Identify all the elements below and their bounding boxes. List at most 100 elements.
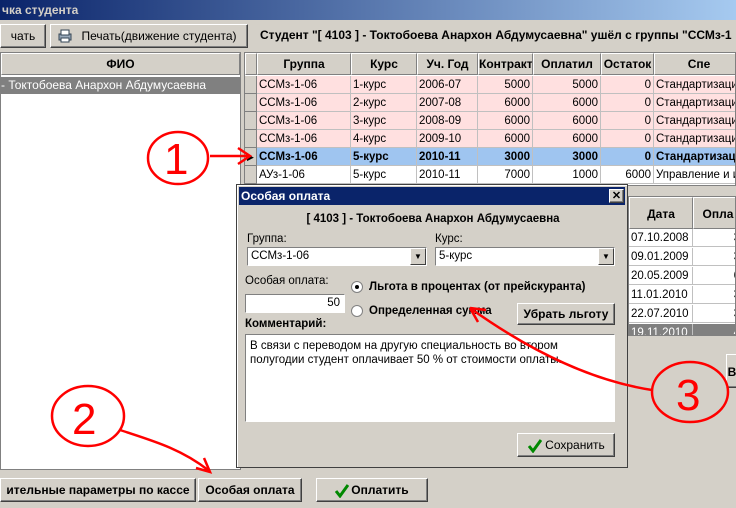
fixed-sum-radio[interactable] [351, 305, 363, 317]
row-indicator[interactable] [245, 112, 257, 130]
fixed-sum-radio-label[interactable]: Определенная сумма [369, 305, 492, 317]
fio-column-header[interactable]: ФИО [1, 53, 240, 75]
column-header-year[interactable]: Уч. Год [417, 53, 478, 75]
special-payment-label: Особая оплата: [245, 275, 329, 287]
column-header-specialty[interactable]: Спе [654, 53, 735, 75]
status-message: Студент "[ 4103 ] - Токтобоева Анархон А… [260, 28, 732, 42]
chevron-down-icon[interactable]: ▼ [598, 248, 614, 265]
table-cell[interactable]: АУз-1-06 [257, 166, 351, 184]
column-header-balance[interactable]: Остаток [601, 53, 654, 75]
table-cell[interactable]: 0 [601, 148, 654, 166]
row-indicator[interactable] [245, 76, 257, 94]
table-cell[interactable]: ССМз-1-06 [257, 76, 351, 94]
row-indicator[interactable] [245, 130, 257, 148]
chevron-down-icon[interactable]: ▼ [410, 248, 426, 265]
table-cell[interactable]: Управление и и [654, 166, 735, 184]
table-cell[interactable]: 6000 [478, 94, 533, 112]
table-cell[interactable]: ССМз-1-06 [257, 130, 351, 148]
table-cell[interactable]: 5000 [533, 76, 601, 94]
save-button[interactable]: Сохранить [517, 433, 615, 457]
remove-discount-button[interactable]: Убрать льготу [517, 303, 615, 325]
table-cell[interactable]: 5-курс [351, 148, 417, 166]
table-cell[interactable]: 2006-07 [417, 76, 478, 94]
dialog-student-name: [ 4103 ] - Токтобоева Анархон Абдумусаев… [306, 213, 560, 225]
special-payment-button[interactable]: Особая оплата [198, 478, 302, 502]
course-select[interactable]: 5-курс ▼ [435, 247, 615, 266]
close-icon[interactable]: ✕ [609, 189, 624, 203]
table-cell[interactable]: 6000 [478, 112, 533, 130]
payment-cell[interactable]: 6 [693, 267, 735, 285]
student-row[interactable]: - Токтобоева Анархон Абдумусаевна [1, 77, 241, 94]
special-payment-input[interactable]: 50 [245, 294, 345, 313]
date-cell[interactable]: 11.01.2010 [629, 286, 693, 304]
table-cell[interactable]: ССМз-1-06 [257, 94, 351, 112]
table-cell[interactable]: 2010-11 [417, 148, 478, 166]
column-header-paid[interactable]: Оплатил [533, 53, 601, 75]
course-value: 5-курс [439, 250, 473, 262]
table-cell[interactable]: 3000 [478, 148, 533, 166]
students-grid[interactable]: ФИО - Токтобоева Анархон Абдумусаевна [0, 52, 241, 470]
print-movement-button[interactable]: Печать(движение студента) [50, 24, 248, 48]
print-movement-label: Печать(движение студента) [81, 29, 237, 43]
table-cell[interactable]: Стандартизация [654, 94, 735, 112]
date-cell[interactable]: 09.01.2009 [629, 248, 693, 266]
column-header-group[interactable]: Группа [257, 53, 351, 75]
print-button[interactable]: чать [0, 24, 46, 48]
table-cell[interactable]: 5000 [478, 76, 533, 94]
payment-cell[interactable]: 4 [693, 324, 735, 335]
special-payment-dialog: Особая оплата ✕ [ 4103 ] - Токтобоева Ан… [236, 184, 628, 468]
comment-textarea[interactable]: В связи с переводом на другую специально… [245, 334, 615, 422]
group-select[interactable]: ССМз-1-06 ▼ [247, 247, 427, 266]
table-cell[interactable]: 6000 [533, 130, 601, 148]
column-header-course[interactable]: Курс [351, 53, 417, 75]
date-cell[interactable]: 07.10.2008 [629, 229, 693, 247]
table-cell[interactable]: 6000 [533, 94, 601, 112]
cash-params-button[interactable]: ительные параметры по кассе [0, 478, 196, 502]
side-button[interactable]: В [726, 354, 736, 388]
payment-column-header[interactable]: Опла [693, 197, 735, 229]
row-indicator[interactable]: ▶ [245, 148, 257, 166]
table-cell[interactable]: 5-курс [351, 166, 417, 184]
table-cell[interactable]: 2009-10 [417, 130, 478, 148]
payment-dates-grid[interactable]: Дата Опла 07.10.2008309.01.2009320.05.20… [628, 196, 736, 336]
table-cell[interactable]: 6000 [478, 130, 533, 148]
date-cell[interactable]: 20.05.2009 [629, 267, 693, 285]
percent-radio[interactable] [351, 281, 363, 293]
date-cell[interactable]: 22.07.2010 [629, 305, 693, 323]
payment-cell[interactable]: 3 [693, 248, 735, 266]
table-cell[interactable]: 4-курс [351, 130, 417, 148]
table-cell[interactable]: 3-курс [351, 112, 417, 130]
payment-cell[interactable]: 3 [693, 305, 735, 323]
table-cell[interactable]: 7000 [478, 166, 533, 184]
row-indicator[interactable] [245, 166, 257, 184]
table-cell[interactable]: 0 [601, 94, 654, 112]
table-cell[interactable]: Стандартизация [654, 130, 735, 148]
table-cell[interactable]: ССМз-1-06 [257, 148, 351, 166]
table-cell[interactable]: 6000 [533, 112, 601, 130]
table-cell[interactable]: 2007-08 [417, 94, 478, 112]
table-cell[interactable]: 1-курс [351, 76, 417, 94]
table-cell[interactable]: Стандартизация [654, 112, 735, 130]
pay-button[interactable]: Оплатить [316, 478, 428, 502]
table-cell[interactable]: ССМз-1-06 [257, 112, 351, 130]
table-cell[interactable]: 2010-11 [417, 166, 478, 184]
group-value: ССМз-1-06 [251, 250, 310, 262]
table-cell[interactable]: 6000 [601, 166, 654, 184]
table-cell[interactable]: Стандартизация [654, 148, 735, 166]
table-cell[interactable]: 0 [601, 112, 654, 130]
column-header-contract[interactable]: Контракт [478, 53, 533, 75]
percent-radio-label[interactable]: Льгота в процентах (от прейскуранта) [369, 281, 585, 293]
date-column-header[interactable]: Дата [629, 197, 693, 229]
table-cell[interactable]: 0 [601, 130, 654, 148]
table-cell[interactable]: Стандартизация [654, 76, 735, 94]
table-cell[interactable]: 2-курс [351, 94, 417, 112]
payment-cell[interactable]: 3 [693, 286, 735, 304]
table-cell[interactable]: 3000 [533, 148, 601, 166]
row-indicator[interactable] [245, 94, 257, 112]
table-cell[interactable]: 1000 [533, 166, 601, 184]
table-cell[interactable]: 2008-09 [417, 112, 478, 130]
table-cell[interactable]: 0 [601, 76, 654, 94]
payments-grid[interactable]: Группа Курс Уч. Год Контракт Оплатил Ост… [244, 52, 736, 186]
payment-cell[interactable]: 3 [693, 229, 735, 247]
date-cell[interactable]: 19.11.2010 [629, 324, 693, 335]
